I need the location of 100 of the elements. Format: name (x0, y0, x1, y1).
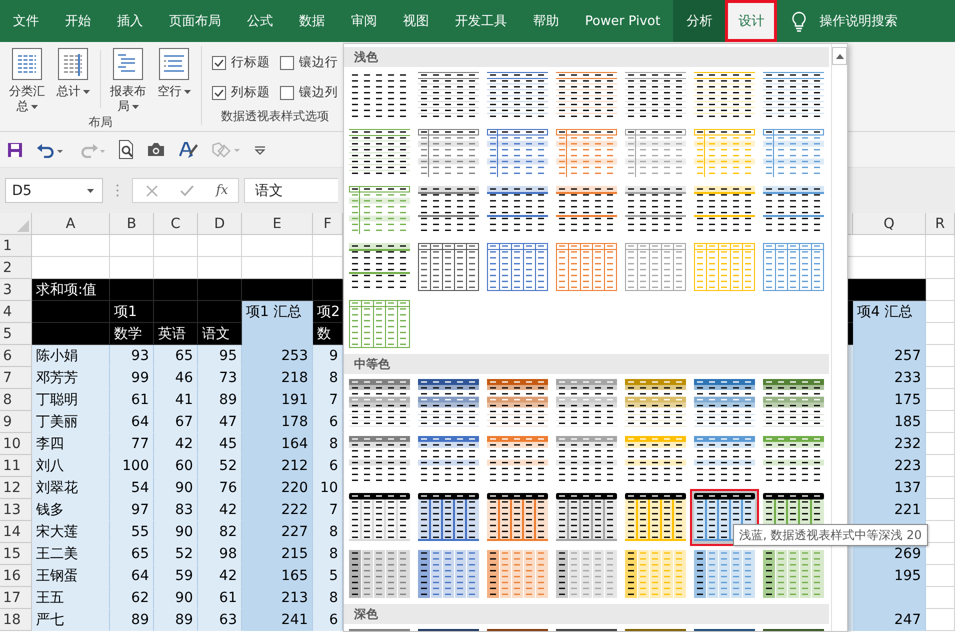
ribbon-tab[interactable]: 文件 (0, 0, 52, 42)
table-cell: 陈小娟 (32, 345, 110, 367)
name-box[interactable]: D5 (5, 178, 103, 203)
table-cell: 数学 (110, 323, 154, 345)
checkbox-label[interactable]: 列标题 (231, 84, 270, 101)
table-cell: 8 (313, 587, 343, 609)
table-cell (926, 367, 955, 389)
table-cell (154, 279, 198, 301)
table-cell: 8 (313, 521, 343, 543)
row-header[interactable]: 18 (0, 609, 32, 631)
row-header[interactable]: 5 (0, 323, 32, 345)
table-cell: 46 (154, 367, 198, 389)
save-icon[interactable] (7, 142, 23, 158)
table-cell: 185 (853, 411, 926, 433)
table-cell (926, 323, 955, 345)
column-header[interactable]: D (198, 213, 242, 235)
document-icon (112, 48, 144, 80)
column-header[interactable]: R (926, 213, 955, 235)
ribbon-tab[interactable]: 页面布局 (156, 0, 234, 42)
table-cell: 丁美丽 (32, 411, 110, 433)
table-cell (926, 235, 955, 257)
ribbon-tab[interactable]: 帮助 (520, 0, 572, 42)
table-cell: 247 (853, 609, 926, 631)
table-cell: 90 (154, 477, 198, 499)
column-header[interactable]: A (32, 213, 110, 235)
table-cell: 项1 汇总 (242, 301, 313, 323)
checkbox-label[interactable]: 镶边行 (299, 54, 338, 71)
table-cell (154, 235, 198, 257)
table-cell: 60 (154, 455, 198, 477)
table-cell (926, 257, 955, 279)
table-cell (154, 257, 198, 279)
ribbon-button[interactable]: 分类汇总 (4, 46, 50, 114)
table-cell: 宋大莲 (32, 521, 110, 543)
ribbon-tab[interactable]: 审阅 (338, 0, 390, 42)
column-header[interactable]: Q (853, 213, 926, 235)
table-cell: 65 (154, 345, 198, 367)
document-icon (11, 48, 43, 80)
undo-icon[interactable] (36, 142, 64, 158)
ribbon-button[interactable]: 总计 (50, 46, 96, 99)
table-cell: 54 (110, 477, 154, 499)
row-header[interactable]: 1 (0, 235, 32, 257)
row-header[interactable]: 4 (0, 301, 32, 323)
ribbon-tab[interactable]: Power Pivot (572, 0, 674, 42)
spelling-icon[interactable] (178, 140, 198, 158)
check-icon[interactable] (180, 184, 194, 196)
table-cell: 62 (110, 587, 154, 609)
row-header[interactable]: 10 (0, 433, 32, 455)
print-preview-icon[interactable] (118, 140, 134, 159)
checkbox-label[interactable]: 行标题 (231, 54, 270, 71)
ribbon-tab[interactable]: 数据 (286, 0, 338, 42)
table-cell (198, 279, 242, 301)
table-cell: 227 (242, 521, 313, 543)
ribbon-tab[interactable]: 设计 (725, 0, 778, 42)
table-cell: 213 (242, 587, 313, 609)
row-header[interactable]: 14 (0, 521, 32, 543)
column-header[interactable]: B (110, 213, 154, 235)
table-cell: 王钢蛋 (32, 565, 110, 587)
row-header[interactable]: 12 (0, 477, 32, 499)
table-cell: 97 (110, 499, 154, 521)
table-cell: 221 (853, 499, 926, 521)
table-cell: 89 (198, 389, 242, 411)
row-header[interactable]: 15 (0, 543, 32, 565)
ribbon-tab[interactable]: 插入 (104, 0, 156, 42)
row-header[interactable]: 7 (0, 367, 32, 389)
ribbon-tab[interactable]: 分析 (673, 0, 726, 42)
row-header[interactable]: 2 (0, 257, 32, 279)
table-cell (110, 257, 154, 279)
table-cell: 8 (313, 433, 343, 455)
formula-input[interactable]: 语文 (244, 178, 338, 203)
table-cell: 212 (242, 455, 313, 477)
checkbox-label[interactable]: 镶边列 (299, 84, 338, 101)
table-cell: 刘八 (32, 455, 110, 477)
row-header[interactable]: 17 (0, 587, 32, 609)
ribbon-button[interactable]: 报表布局 (105, 46, 151, 114)
ribbon-tab[interactable]: 开始 (52, 0, 104, 42)
column-header[interactable]: F (313, 213, 343, 235)
checkbox[interactable] (212, 86, 226, 100)
checkbox[interactable] (280, 56, 294, 70)
table-cell: 164 (242, 433, 313, 455)
ribbon-button[interactable]: 空行 (151, 46, 197, 99)
ribbon-tab[interactable]: 开发工具 (442, 0, 520, 42)
tell-me-button[interactable]: 操作说明搜索 (777, 0, 912, 42)
ribbon-tab[interactable]: 公式 (234, 0, 286, 42)
checkbox[interactable] (212, 56, 226, 70)
row-header[interactable]: 9 (0, 411, 32, 433)
checkbox[interactable] (280, 86, 294, 100)
column-header[interactable]: E (242, 213, 313, 235)
camera-icon[interactable] (147, 142, 165, 157)
row-header[interactable]: 16 (0, 565, 32, 587)
row-header[interactable]: 11 (0, 455, 32, 477)
row-header[interactable]: 6 (0, 345, 32, 367)
row-header[interactable]: 13 (0, 499, 32, 521)
scroll-up-button[interactable] (832, 47, 847, 65)
insert-function-button[interactable]: fx (216, 183, 228, 198)
row-header[interactable]: 3 (0, 279, 32, 301)
customize-toolbar-icon[interactable] (254, 144, 266, 156)
row-header[interactable]: 8 (0, 389, 32, 411)
grip-icon (116, 184, 119, 197)
ribbon-tab[interactable]: 视图 (390, 0, 442, 42)
column-header[interactable]: C (154, 213, 198, 235)
